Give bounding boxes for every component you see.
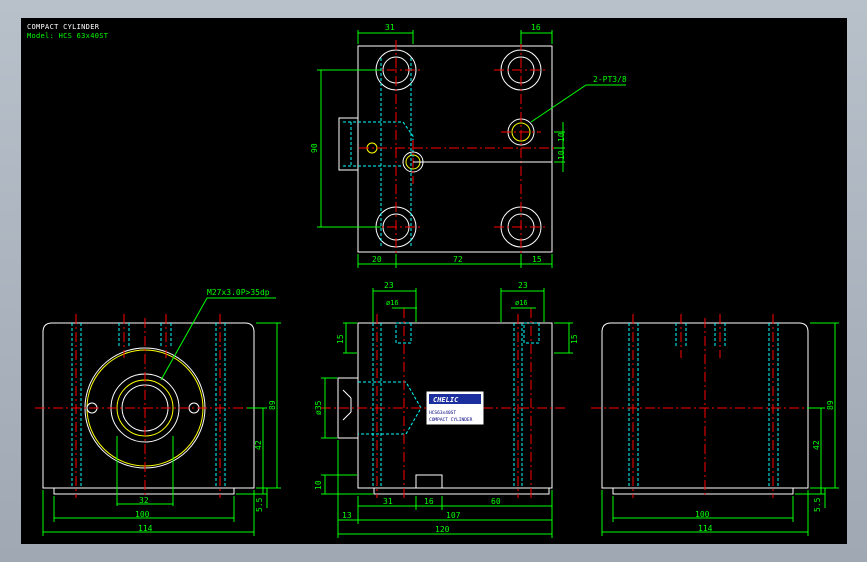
top-centerlines	[359, 40, 561, 262]
side-dim-23b: 23	[518, 281, 528, 290]
top-dim-15: 15	[532, 255, 542, 264]
side-dim-d16b: ø16	[515, 299, 528, 307]
top-dim-20: 20	[372, 255, 382, 264]
side-label-plate: CHELIC HCS63x40ST COMPACT CYLINDER	[426, 391, 484, 425]
front-thread-label: M27x3.0P>35dp	[207, 288, 270, 297]
label-text: COMPACT CYLINDER	[429, 417, 473, 423]
top-port-label: 2-PT3/8	[593, 75, 627, 84]
top-dim-31: 31	[385, 23, 395, 32]
front-dim-42: 42	[254, 440, 263, 450]
front-dim-5-5: 5.5	[255, 497, 264, 512]
side-view: CHELIC HCS63x40ST COMPACT CYLINDER 23 23…	[314, 281, 579, 538]
top-dim-16: 16	[531, 23, 541, 32]
right-centerlines	[591, 314, 817, 498]
top-dimension-lines	[317, 30, 626, 268]
right-dim-5-5: 5.5	[813, 497, 822, 512]
side-dim-15b: 15	[570, 334, 579, 344]
front-dim-89: 89	[268, 400, 277, 410]
right-view: 89 42 5.5 100 114	[591, 314, 839, 536]
technical-drawing: 31 16 90 10 10 20 72 15 2-PT3/8 M27x3.0P…	[35, 23, 839, 538]
right-dim-42: 42	[812, 440, 821, 450]
side-dim-16: 16	[424, 497, 434, 506]
side-dim-15a: 15	[336, 334, 345, 344]
side-dim-13: 13	[342, 511, 352, 520]
side-dim-d16a: ø16	[386, 299, 399, 307]
front-centerlines	[35, 314, 261, 498]
side-dim-10: 10	[314, 480, 323, 490]
front-dim-100: 100	[135, 510, 150, 519]
front-dimension-lines	[42, 297, 281, 536]
top-dim-10b: 10	[557, 150, 566, 160]
side-dim-107: 107	[446, 511, 461, 520]
top-dim-72: 72	[453, 255, 463, 264]
right-dim-100: 100	[695, 510, 710, 519]
top-body-outline	[357, 45, 553, 253]
side-dim-23a: 23	[384, 281, 394, 290]
side-dim-120: 120	[435, 525, 450, 534]
top-view: 31 16 90 10 10 20 72 15 2-PT3/8	[310, 23, 627, 268]
side-dim-31: 31	[383, 497, 393, 506]
front-dim-32: 32	[139, 496, 149, 505]
cad-window: COMPACT CYLINDER Model: HCS 63x40ST 31 1…	[0, 0, 867, 562]
front-view: M27x3.0P>35dp 89 42 5.5 32 100 114	[35, 288, 281, 536]
right-hidden-lines	[628, 323, 779, 488]
right-dim-114: 114	[698, 524, 713, 533]
front-dim-114: 114	[138, 524, 153, 533]
side-dim-60: 60	[491, 497, 501, 506]
label-code: HCS63x40ST	[429, 410, 456, 416]
side-dim-d35: ø35	[314, 400, 323, 415]
drawing-canvas[interactable]: COMPACT CYLINDER Model: HCS 63x40ST 31 1…	[21, 18, 847, 544]
right-dim-89: 89	[826, 400, 835, 410]
top-dim-10a: 10	[557, 132, 566, 142]
top-dim-90: 90	[310, 143, 319, 153]
label-brand: CHELIC	[433, 396, 459, 404]
